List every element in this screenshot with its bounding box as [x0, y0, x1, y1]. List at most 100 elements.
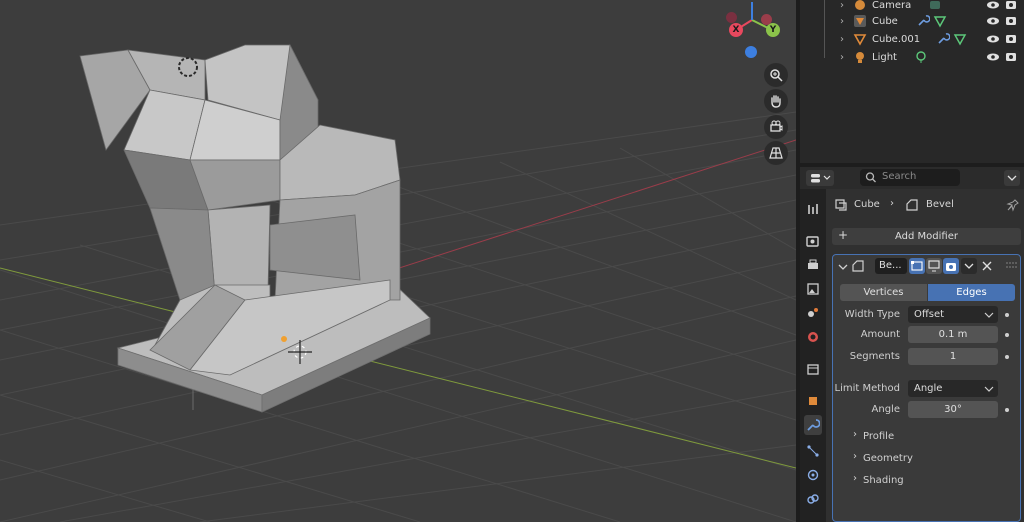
tab-collection[interactable] — [804, 359, 822, 379]
object-icon — [835, 199, 847, 211]
chevron-right-icon: › — [853, 451, 857, 462]
tab-particles[interactable] — [804, 441, 822, 461]
tab-physics[interactable] — [804, 465, 822, 485]
gizmo-y-axis[interactable]: Y — [766, 23, 780, 37]
tab-world[interactable] — [804, 327, 822, 347]
navigation-gizmo[interactable]: X Y — [722, 0, 788, 62]
breadcrumb-object: Cube — [854, 199, 880, 210]
render-toggle[interactable] — [943, 258, 959, 274]
chevron-right-icon: › — [853, 473, 857, 484]
tab-view-layer[interactable] — [804, 279, 822, 299]
breadcrumb-modifier: Bevel — [926, 199, 954, 210]
mesh-data-icon — [953, 34, 967, 46]
image-icon — [807, 283, 819, 295]
tab-output[interactable] — [804, 255, 822, 275]
collapse-chevron-icon[interactable] — [838, 262, 848, 272]
modifier-menu-dropdown[interactable] — [961, 258, 977, 274]
viewport-scene — [0, 43, 796, 522]
limit-method-value: Angle — [914, 383, 943, 394]
3d-viewport[interactable]: X Y — [0, 0, 796, 522]
subpanel-profile[interactable]: › Profile — [833, 427, 1020, 445]
wrench-icon — [918, 15, 930, 26]
affect-tab-vertices[interactable]: Vertices — [840, 284, 927, 301]
expand-chevron-icon[interactable]: › — [840, 0, 848, 11]
amount-field[interactable]: 0.1 m — [908, 326, 998, 343]
viewport-toggle[interactable] — [926, 258, 942, 274]
add-modifier-button[interactable]: + Add Modifier — [832, 228, 1021, 245]
width-type-dropdown[interactable]: Offset — [908, 306, 998, 323]
particles-icon — [807, 445, 819, 457]
collection-box-icon — [807, 364, 819, 375]
modifier-name-field[interactable]: Be... — [875, 258, 907, 274]
tab-scene[interactable] — [804, 303, 822, 323]
outliner-item-label[interactable]: Cube.001 — [872, 34, 920, 45]
gizmo-y-negative[interactable] — [761, 14, 772, 25]
keyframe-dot-icon[interactable] — [1005, 313, 1009, 317]
subpanel-shading[interactable]: › Shading — [833, 471, 1020, 489]
subpanel-label: Shading — [863, 475, 904, 486]
subpanel-geometry[interactable]: › Geometry — [833, 449, 1020, 467]
tab-object[interactable] — [804, 391, 822, 411]
camera-view-button[interactable] — [764, 115, 788, 139]
angle-label: Angle — [871, 404, 900, 415]
outliner-item-label[interactable]: Cube — [872, 16, 898, 27]
editor-type-dropdown[interactable] — [806, 170, 834, 186]
chevron-down-icon — [984, 386, 994, 392]
segments-field[interactable]: 1 — [908, 348, 998, 365]
camera-view-icon — [770, 120, 783, 132]
keyframe-dot-icon[interactable] — [1005, 333, 1009, 337]
amount-label: Amount — [860, 329, 900, 340]
plus-icon: + — [838, 228, 849, 242]
keyframe-dot-icon[interactable] — [1005, 408, 1009, 412]
light-origin-marker — [281, 336, 287, 342]
wrench-icon — [938, 33, 950, 44]
breadcrumb-separator-icon: › — [890, 198, 894, 209]
gizmo-x-axis[interactable]: X — [729, 23, 743, 37]
expand-chevron-icon[interactable]: › — [840, 34, 848, 45]
zoom-button[interactable] — [764, 63, 788, 87]
limit-method-dropdown[interactable]: Angle — [908, 380, 998, 397]
expand-chevron-icon[interactable]: › — [840, 16, 848, 27]
gizmo-x-negative[interactable] — [726, 12, 737, 23]
outliner-item-label[interactable]: Camera — [872, 0, 911, 11]
options-dropdown[interactable] — [1004, 170, 1020, 186]
camera-data-icon — [930, 1, 940, 9]
orthographic-toggle-button[interactable] — [764, 141, 788, 165]
bevel-modifier-icon — [852, 260, 864, 272]
search-icon — [865, 172, 876, 183]
pin-icon[interactable] — [1006, 198, 1020, 212]
close-icon — [982, 261, 992, 271]
properties-header: Search — [800, 167, 1024, 189]
mesh-data-icon — [933, 16, 947, 28]
expand-chevron-icon[interactable]: › — [840, 52, 848, 63]
tab-render[interactable] — [804, 231, 822, 251]
tab-modifiers[interactable] — [804, 415, 822, 435]
constraint-icon — [807, 494, 819, 504]
chevron-down-icon — [1007, 175, 1017, 181]
keyframe-dot-icon[interactable] — [1005, 355, 1009, 359]
outliner-toggles — [986, 0, 1022, 68]
tool-icon — [808, 204, 818, 214]
bevel-modifier-panel: Be... Vertices Edges Width Type Offset A… — [832, 254, 1021, 522]
edit-mode-toggle[interactable] — [909, 258, 925, 274]
drag-handle-icon[interactable] — [1005, 261, 1017, 269]
search-input[interactable]: Search — [860, 169, 960, 186]
search-placeholder: Search — [882, 171, 917, 182]
outliner-panel: › Camera › Cube › Cube.001 › Light — [800, 0, 1024, 163]
render-camera-icon[interactable] — [1004, 48, 1018, 69]
pan-button[interactable] — [764, 89, 788, 113]
outliner-item-label[interactable]: Light — [872, 52, 897, 63]
render-camera-icon — [946, 263, 956, 271]
mesh-object-icon — [853, 34, 867, 46]
tab-tool[interactable] — [804, 199, 822, 219]
printer-icon — [808, 259, 818, 269]
angle-field[interactable]: 30° — [908, 401, 998, 418]
chevron-down-icon — [984, 312, 994, 318]
tab-constraints[interactable] — [804, 489, 822, 509]
object-icon — [809, 397, 817, 405]
eye-icon[interactable] — [986, 48, 1000, 69]
remove-modifier-button[interactable] — [979, 258, 995, 274]
affect-tab-edges[interactable]: Edges — [928, 284, 1015, 301]
subpanel-label: Profile — [863, 431, 895, 442]
gizmo-z-negative[interactable] — [745, 46, 757, 58]
